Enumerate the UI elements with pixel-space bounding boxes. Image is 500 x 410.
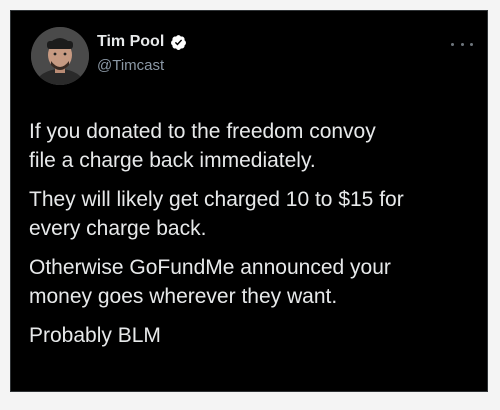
ellipsis-icon[interactable] [451, 39, 473, 49]
dot [460, 42, 464, 46]
tweet-card[interactable]: Tim Pool @Timcast If you donated to the … [10, 10, 488, 392]
avatar[interactable] [31, 27, 89, 85]
avatar-image [31, 27, 89, 85]
author-handle[interactable]: @Timcast [97, 57, 164, 74]
tweet-paragraph: Otherwise GoFundMe announced your money … [29, 256, 391, 308]
tweet-paragraph: If you donated to the freedom convoy fil… [29, 120, 376, 172]
tweet-paragraph: Probably BLM [29, 324, 161, 347]
verified-badge-icon [170, 34, 187, 51]
author-name-row: Tim Pool [97, 33, 187, 51]
author-display-name[interactable]: Tim Pool [97, 33, 164, 51]
tweet-text: If you donated to the freedom convoy fil… [29, 117, 469, 360]
screenshot-frame: Tim Pool @Timcast If you donated to the … [0, 0, 500, 410]
tweet-paragraph: They will likely get charged 10 to $15 f… [29, 188, 404, 240]
dot [470, 42, 473, 46]
dot [451, 42, 454, 46]
